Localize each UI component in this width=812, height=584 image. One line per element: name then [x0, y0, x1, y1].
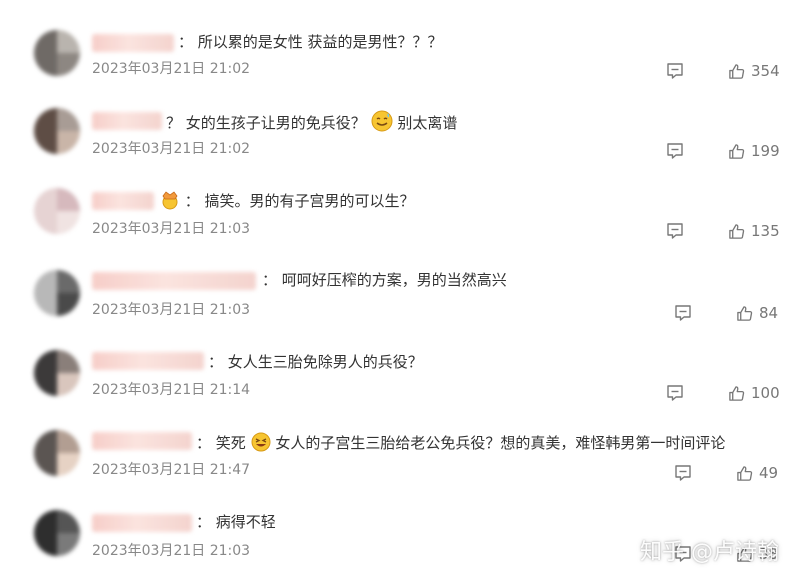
comment-text: ： 笑死 女人的子宫生三胎给老公免兵役？想的真美，难怪韩男第一时间评论: [196, 432, 726, 452]
avatar[interactable]: [34, 188, 80, 234]
thumb-up-icon: [729, 143, 745, 159]
like-count: 354: [751, 62, 780, 80]
username-masked[interactable]: [92, 514, 192, 532]
username-masked[interactable]: [92, 432, 192, 450]
comment-text: ： 呵呵好压榨的方案，男的当然高兴: [262, 271, 507, 289]
avatar[interactable]: [34, 510, 80, 556]
like-button[interactable]: 199: [728, 142, 780, 160]
comment-item: ： 女人生三胎免除男人的兵役？ 2023年03月21日 21:14 100: [0, 344, 812, 424]
watermark: 知乎 @卢诗翰: [640, 540, 779, 565]
comment-item: ： 搞笑。男的有子宫男的可以生？ 2023年03月21日 21:03 135: [0, 184, 812, 264]
like-button[interactable]: 100: [728, 384, 780, 402]
username-masked[interactable]: [92, 192, 154, 210]
avatar[interactable]: [34, 430, 80, 476]
comment-text: ： 搞笑。男的有子宫男的可以生？: [160, 190, 415, 211]
thumb-up-icon: [729, 223, 745, 239]
comment-item: ： 呵呵好压榨的方案，男的当然高兴 2023年03月21日 21:03 84: [0, 264, 812, 344]
like-count: 84: [759, 304, 779, 322]
comment-item: ： 笑死 女人的子宫生三胎给老公免兵役？想的真美，难怪韩男第一时间评论 2023…: [0, 424, 812, 504]
comment-text: ： 女人生三胎免除男人的兵役？: [208, 353, 423, 371]
comment-time: 2023年03月21日 21:02: [92, 61, 251, 77]
avatar[interactable]: [34, 108, 80, 154]
comment-time: 2023年03月21日 21:02: [92, 141, 251, 157]
thumb-up-icon: [729, 385, 745, 401]
avatar[interactable]: [34, 30, 80, 76]
comment-icon[interactable]: [674, 304, 692, 322]
comment-icon[interactable]: [666, 142, 684, 160]
like-button[interactable]: 135: [728, 222, 780, 240]
avatar[interactable]: [34, 270, 80, 316]
username-masked[interactable]: [92, 112, 162, 130]
like-count: 49: [759, 464, 779, 482]
sweat-smile-emoji-icon: [371, 110, 393, 132]
comment-icon[interactable]: [666, 62, 684, 80]
laughing-emoji-icon: [251, 432, 271, 452]
like-count: 135: [751, 222, 780, 240]
comment-icon[interactable]: [674, 464, 692, 482]
username-masked[interactable]: [92, 34, 174, 52]
comment-text: ： 所以累的是女性 获益的是男性？？？: [178, 33, 443, 51]
comment-time: 2023年03月21日 21:47: [92, 462, 251, 478]
like-count: 199: [751, 142, 780, 160]
comment-time: 2023年03月21日 21:03: [92, 221, 251, 237]
comment-time: 2023年03月21日 21:14: [92, 382, 251, 398]
comment-icon[interactable]: [666, 384, 684, 402]
comment-icon[interactable]: [666, 222, 684, 240]
avatar[interactable]: [34, 350, 80, 396]
crown-emoji-icon: [162, 191, 178, 210]
like-button[interactable]: 354: [728, 62, 780, 80]
comment-text: ？ 女的生孩子让男的免兵役？ 别太离谱: [166, 110, 457, 133]
username-masked[interactable]: [92, 352, 204, 370]
comment-item: ？ 女的生孩子让男的免兵役？ 别太离谱 2023年03月21日 21:02 19…: [0, 104, 812, 184]
comment-item: ： 所以累的是女性 获益的是男性？？？ 2023年03月21日 21:02 35…: [0, 24, 812, 104]
comment-time: 2023年03月21日 21:03: [92, 543, 251, 559]
thumb-up-icon: [737, 305, 753, 321]
username-masked[interactable]: [92, 272, 256, 290]
like-count: 100: [751, 384, 780, 402]
comment-text: ： 病得不轻: [196, 513, 276, 531]
like-button[interactable]: 49: [736, 464, 778, 482]
like-button[interactable]: 84: [736, 304, 778, 322]
thumb-up-icon: [737, 465, 753, 481]
thumb-up-icon: [729, 63, 745, 79]
comment-time: 2023年03月21日 21:03: [92, 302, 251, 318]
